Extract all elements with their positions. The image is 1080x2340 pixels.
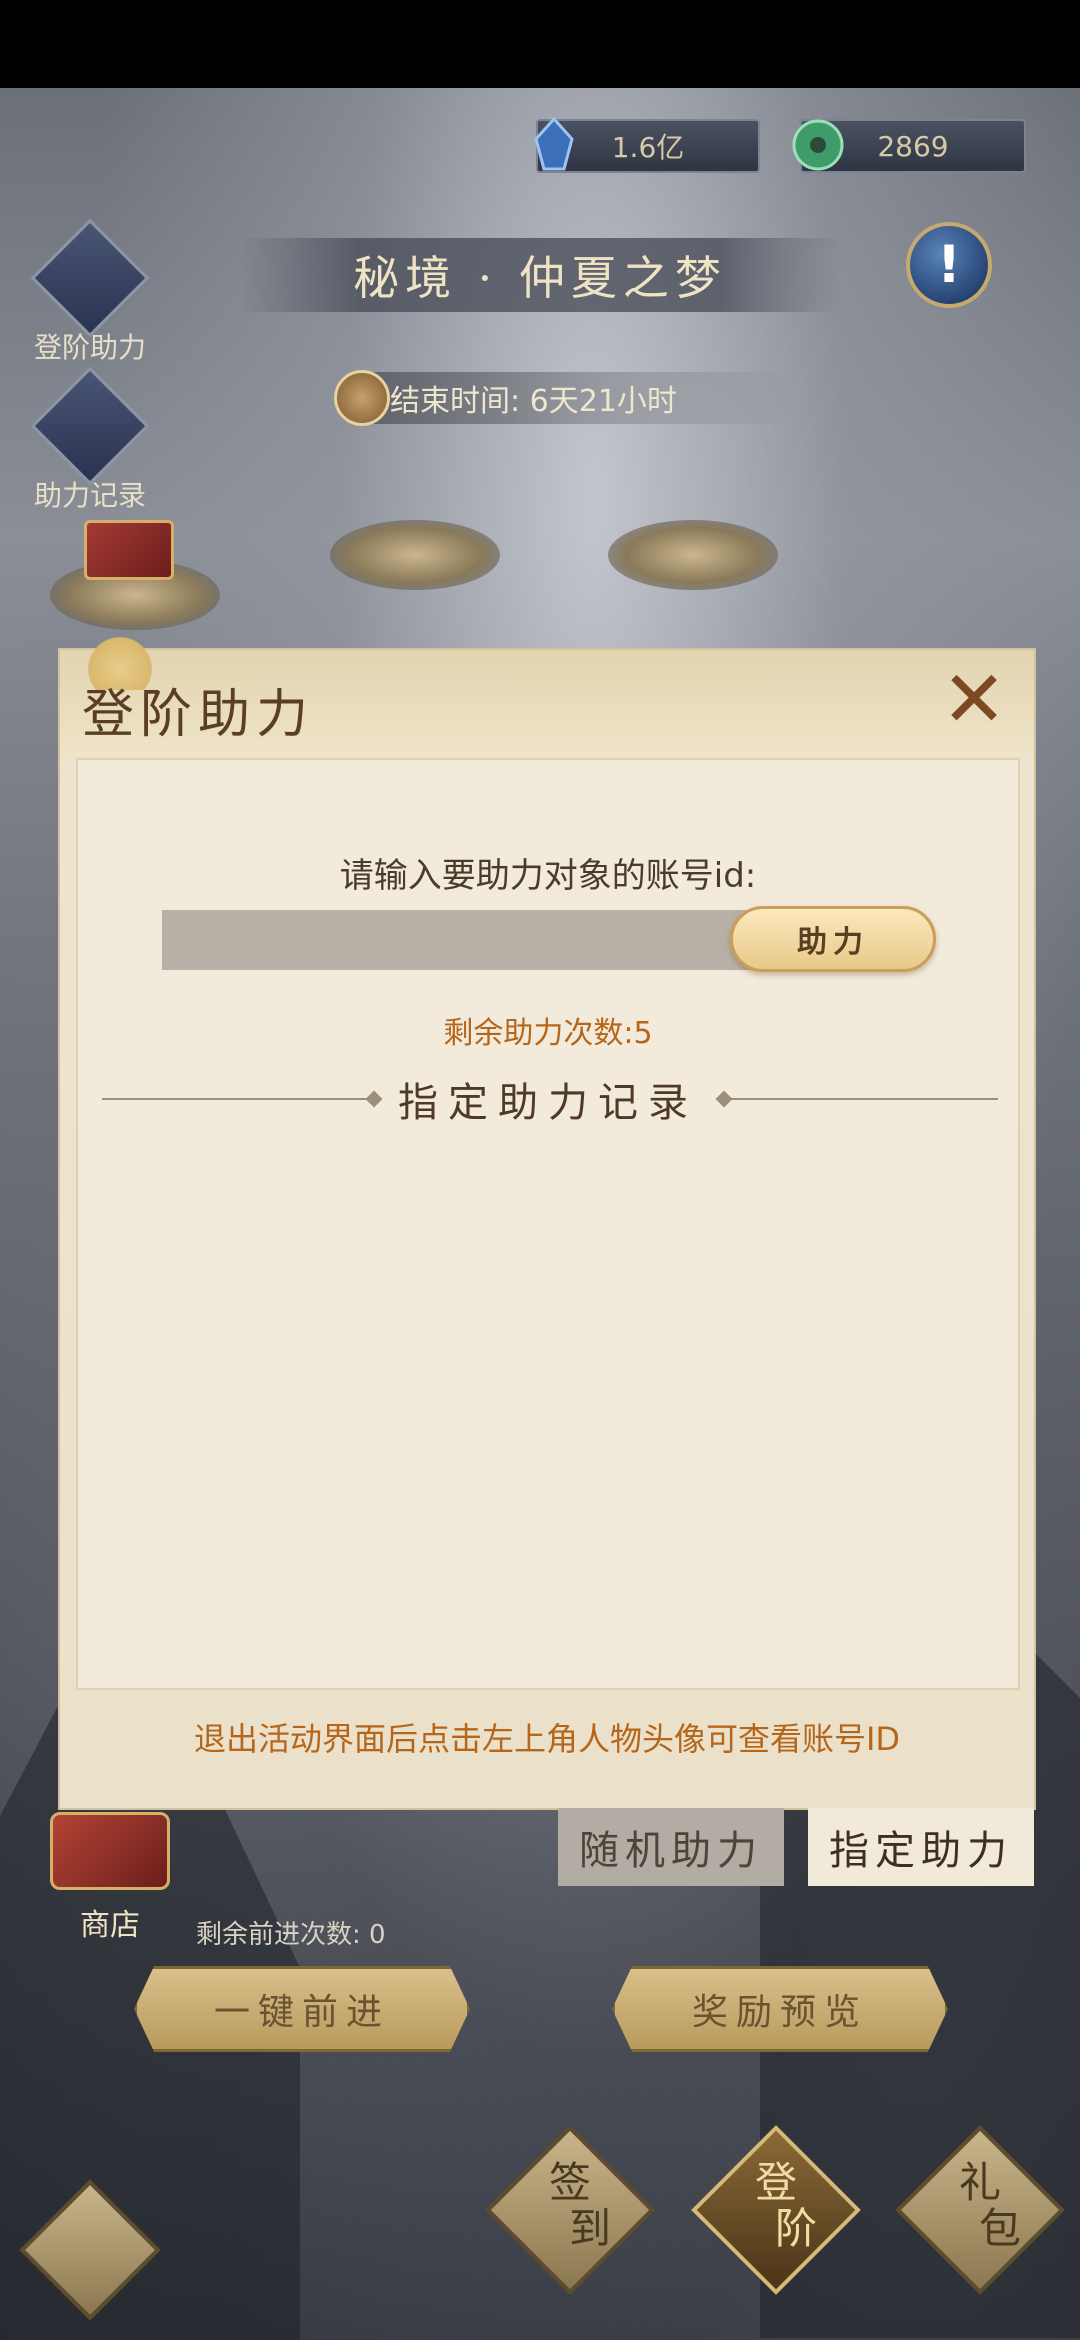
reward-preview-button[interactable]: 奖励预览	[612, 1966, 948, 2052]
nav-gift-pack-char-1: 礼	[958, 2158, 1001, 2207]
exclamation-icon: !	[937, 235, 961, 295]
treasure-chest-icon	[84, 520, 174, 580]
wolf-icon	[30, 366, 150, 486]
end-time-banner: 结束时间: 6天21小时	[334, 370, 794, 426]
crystal-icon	[524, 115, 584, 175]
dialog-content: 请输入要助力对象的账号id: 助力 剩余助力次数:5 指定助力记录	[76, 758, 1020, 1690]
divider-line	[726, 1098, 998, 1100]
close-icon: ✕	[941, 655, 1007, 745]
nav-gift-pack-char-2: 包	[978, 2204, 1021, 2253]
nav-sign-in-char-2: 到	[568, 2204, 611, 2253]
jade-coin-icon	[788, 115, 848, 175]
tab-random-assist[interactable]: 随机助力	[558, 1808, 784, 1886]
nav-gift-pack-label: 礼 包	[920, 2160, 1040, 2252]
account-id-hint: 退出活动界面后点击左上角人物头像可查看账号ID	[193, 1720, 901, 1758]
shop-button[interactable]: 商店	[40, 1812, 180, 1944]
fist-icon	[30, 218, 150, 338]
board-platform	[330, 520, 500, 590]
currency-jade-value: 2869	[877, 129, 949, 163]
dialog-title: 登阶助力	[82, 685, 315, 745]
nav-sign-in-char-1: 签	[548, 2158, 591, 2207]
hourglass-icon	[334, 370, 390, 426]
sidebar-item-assist-record[interactable]: 助力记录	[30, 366, 150, 514]
remaining-assists: 剩余助力次数:5	[443, 1016, 653, 1051]
currency-crystal[interactable]: 1.6亿	[534, 116, 760, 173]
info-button[interactable]: !	[906, 222, 992, 308]
one-key-advance-button[interactable]: 一键前进	[134, 1966, 470, 2052]
currency-jade[interactable]: 2869	[792, 119, 1026, 173]
remaining-steps: 剩余前进次数: 0	[196, 1920, 386, 1950]
status-bar	[0, 0, 1080, 88]
nav-sign-in-label: 签 到	[510, 2160, 630, 2252]
account-id-prompt: 请输入要助力对象的账号id:	[339, 856, 757, 896]
treasure-chest-icon	[50, 1812, 170, 1890]
assist-dialog: 登阶助力 ✕ 请输入要助力对象的账号id: 助力 剩余助力次数:5 指定助力记录…	[58, 620, 1036, 1810]
tab-specified-assist[interactable]: 指定助力	[808, 1808, 1034, 1886]
nav-climb-char-2: 阶	[774, 2204, 817, 2253]
event-title: 秘境 · 仲夏之梦	[240, 238, 840, 312]
nav-climb-char-1: 登	[754, 2158, 797, 2207]
sidebar-item-climb-assist[interactable]: 登阶助力	[30, 218, 150, 366]
shop-label: 商店	[80, 1908, 140, 1943]
end-time-text: 结束时间: 6天21小时	[390, 384, 677, 419]
board-platform	[608, 520, 778, 590]
close-button[interactable]: ✕	[934, 660, 1014, 740]
assist-button[interactable]: 助力	[730, 906, 936, 972]
account-id-input[interactable]	[162, 910, 802, 970]
currency-crystal-value: 1.6亿	[611, 131, 685, 164]
nav-climb-label: 登 阶	[716, 2160, 836, 2252]
